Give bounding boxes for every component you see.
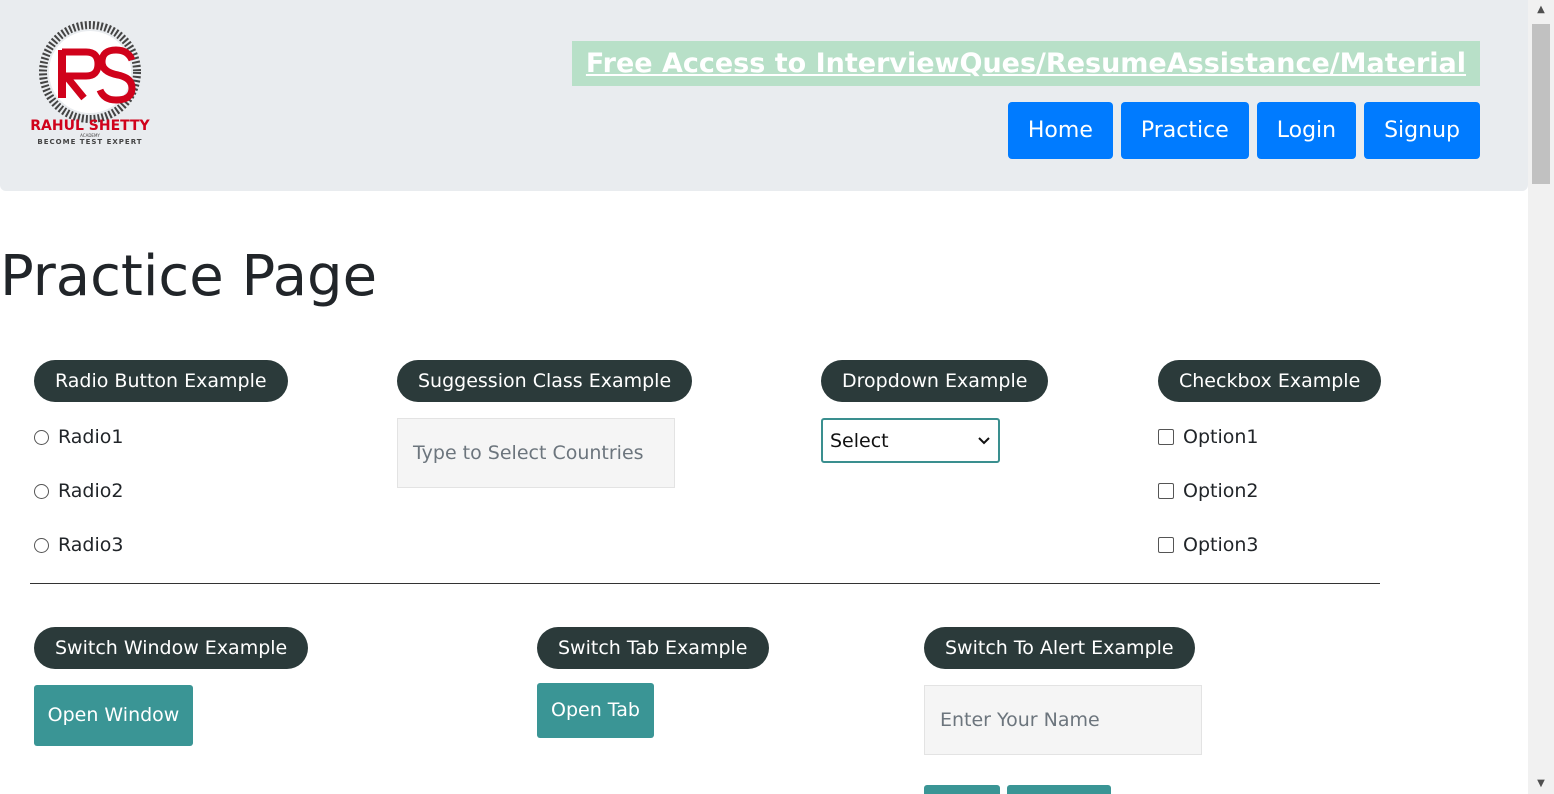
practice-page: RAHUL SHETTY ACADEMY BECOME TEST EXPERT … <box>0 0 1554 794</box>
checkbox-icon[interactable] <box>1158 429 1174 445</box>
checkbox-icon[interactable] <box>1158 537 1174 553</box>
rahul-shetty-logo[interactable]: RAHUL SHETTY ACADEMY BECOME TEST EXPERT <box>24 20 156 152</box>
radio-circle-icon[interactable] <box>34 537 49 553</box>
alert-name-input[interactable]: Enter Your Name <box>924 685 1202 755</box>
radio-option-label: Radio3 <box>58 534 124 556</box>
checkbox-option-1[interactable]: Option1 <box>1158 426 1259 448</box>
radio-option-label: Radio1 <box>58 426 124 448</box>
switch-alert-legend: Switch To Alert Example <box>924 627 1195 669</box>
radio-section-legend: Radio Button Example <box>34 360 288 402</box>
scrollbar-thumb[interactable] <box>1532 24 1550 184</box>
page-scrollbar[interactable]: ▲ ▼ <box>1528 0 1554 794</box>
nav-practice-button[interactable]: Practice <box>1120 102 1249 159</box>
radio-circle-icon[interactable] <box>34 429 49 445</box>
nav-home-button[interactable]: Home <box>1007 102 1113 159</box>
checkbox-option-label: Option3 <box>1183 534 1259 556</box>
radio-option-2[interactable]: Radio2 <box>34 480 123 502</box>
country-autocomplete-input[interactable]: Type to Select Countries <box>397 418 675 488</box>
chevron-down-icon <box>978 436 990 444</box>
dropdown-section-legend: Dropdown Example <box>821 360 1049 402</box>
dropdown-selected-value: Select <box>830 429 889 452</box>
scroll-up-arrow-icon[interactable]: ▲ <box>1528 0 1554 20</box>
checkbox-option-2[interactable]: Option2 <box>1158 480 1259 502</box>
page-title: Practice Page <box>0 244 378 309</box>
alert-button[interactable] <box>924 785 1000 794</box>
dropdown-select[interactable]: Select <box>821 418 1000 463</box>
checkbox-option-label: Option1 <box>1183 426 1259 448</box>
logo-name: RAHUL SHETTY <box>30 118 150 134</box>
radio-circle-icon[interactable] <box>34 483 49 499</box>
suggestion-section-legend: Suggession Class Example <box>397 360 693 402</box>
open-tab-button[interactable]: Open Tab <box>537 683 654 738</box>
checkbox-icon[interactable] <box>1158 483 1174 499</box>
section-divider <box>30 583 1380 584</box>
checkbox-option-label: Option2 <box>1183 480 1259 502</box>
confirm-button[interactable] <box>1007 785 1111 794</box>
radio-option-label: Radio2 <box>58 480 124 502</box>
checkbox-option-3[interactable]: Option3 <box>1158 534 1259 556</box>
checkbox-section-legend: Checkbox Example <box>1158 360 1382 402</box>
scroll-down-arrow-icon[interactable]: ▼ <box>1528 774 1554 794</box>
nav-login-button[interactable]: Login <box>1256 102 1357 159</box>
switch-tab-legend: Switch Tab Example <box>537 627 769 669</box>
radio-option-1[interactable]: Radio1 <box>34 426 123 448</box>
radio-option-3[interactable]: Radio3 <box>34 534 123 556</box>
open-window-button[interactable]: Open Window <box>34 685 193 746</box>
top-nav: Home Practice Login Signup <box>1007 102 1480 159</box>
header: RAHUL SHETTY ACADEMY BECOME TEST EXPERT … <box>0 0 1528 191</box>
free-access-link[interactable]: Free Access to InterviewQues/ResumeAssis… <box>571 41 1480 86</box>
logo-tagline: BECOME TEST EXPERT <box>37 138 143 146</box>
nav-signup-button[interactable]: Signup <box>1364 102 1480 159</box>
switch-window-legend: Switch Window Example <box>34 627 309 669</box>
